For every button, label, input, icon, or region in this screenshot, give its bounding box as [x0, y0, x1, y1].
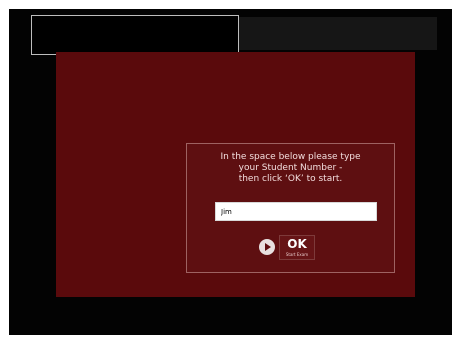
instruction-text: In the space below please type your Stud… — [187, 152, 394, 185]
instruction-line-1: In the space below please type — [220, 152, 361, 162]
ok-button-sublabel: Start Exam — [285, 252, 309, 257]
instruction-line-2: your Student Number - — [238, 163, 343, 173]
title-strip — [232, 17, 437, 50]
header-title-box — [31, 15, 239, 55]
play-icon[interactable] — [259, 239, 275, 255]
login-dialog: In the space below please type your Stud… — [186, 143, 395, 273]
ok-button-group: OK Start Exam — [259, 235, 319, 261]
content-panel: In the space below please type your Stud… — [56, 52, 415, 297]
instruction-line-3: then click ‘OK’ to start. — [238, 174, 343, 184]
student-number-input[interactable] — [215, 202, 377, 221]
ok-button-label: OK — [287, 237, 307, 251]
ok-button[interactable]: OK Start Exam — [279, 235, 315, 260]
